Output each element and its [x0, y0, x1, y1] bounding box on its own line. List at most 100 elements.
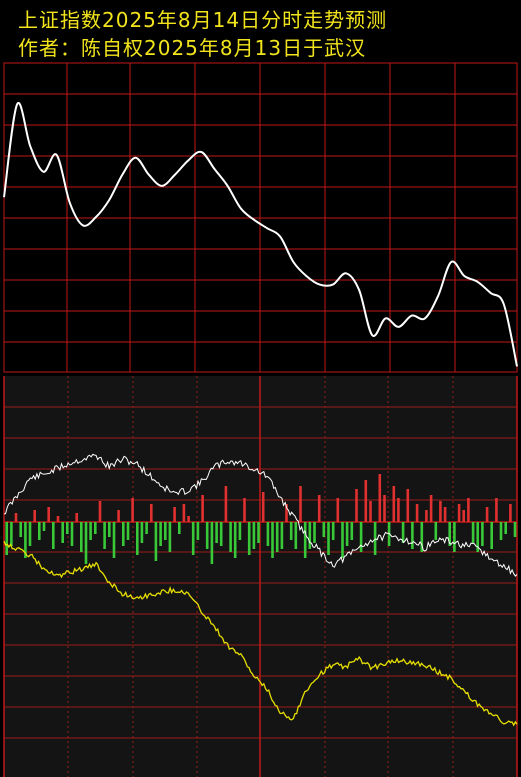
volume-bar	[289, 522, 293, 540]
volume-bar	[150, 504, 153, 522]
volume-bar	[513, 522, 517, 537]
volume-bar	[490, 522, 493, 549]
volume-bar	[38, 522, 41, 540]
chart-author: 作者：陈自权2025年8月13日于武汉	[18, 36, 366, 60]
chart-canvas: 上证指数2025年8月14日分时走势预测 作者：陈自权2025年8月13日于武汉	[0, 0, 521, 777]
volume-bar	[126, 522, 130, 540]
volume-bar	[229, 522, 232, 552]
volume-bar	[303, 522, 307, 558]
volume-bar	[210, 522, 214, 564]
volume-bar	[364, 480, 368, 522]
volume-bar	[19, 522, 22, 537]
volume-bar	[481, 522, 484, 546]
volume-bar	[275, 522, 279, 552]
volume-bar	[164, 522, 167, 540]
volume-bar	[191, 522, 195, 555]
volume-bar	[369, 501, 372, 522]
volume-bar	[271, 522, 274, 558]
volume-bar	[178, 522, 181, 534]
volume-bar	[122, 522, 125, 546]
volume-bar	[471, 522, 475, 543]
volume-bar	[187, 516, 190, 522]
volume-bar	[196, 522, 200, 540]
volume-bar	[140, 522, 144, 543]
volume-bar	[359, 522, 363, 552]
volume-bar	[243, 498, 246, 522]
volume-bar	[294, 522, 298, 549]
volume-bar	[397, 498, 400, 522]
volume-bar	[168, 522, 172, 552]
volume-bar	[429, 495, 433, 522]
volume-bar	[406, 489, 410, 522]
volume-bar	[313, 522, 316, 543]
volume-bar	[75, 513, 78, 522]
volume-bar	[238, 522, 242, 540]
volume-bar	[499, 522, 503, 540]
volume-bar	[215, 522, 218, 543]
volume-bar	[462, 510, 465, 522]
volume-bar	[383, 495, 386, 522]
volume-bar	[10, 522, 13, 546]
volume-bar	[453, 522, 456, 552]
volume-bar	[317, 495, 321, 522]
volume-bar	[52, 522, 55, 549]
chart-title: 上证指数2025年8月14日分时走势预测	[18, 8, 387, 32]
volume-bar	[299, 486, 302, 522]
volume-bar	[467, 498, 470, 522]
volume-bar	[103, 522, 106, 549]
volume-bar	[415, 504, 419, 522]
volume-bar	[266, 522, 270, 546]
volume-bar	[33, 510, 36, 522]
volume-bar	[495, 498, 498, 522]
volume-bar	[439, 501, 442, 522]
volume-bar	[392, 486, 396, 522]
volume-bar	[94, 522, 97, 534]
volume-bar	[154, 522, 158, 561]
volume-bar	[182, 504, 186, 522]
volume-bar	[308, 522, 312, 549]
volume-bar	[247, 522, 251, 555]
volume-bar	[47, 507, 50, 522]
volume-bar	[411, 522, 414, 549]
volume-bar	[14, 513, 18, 522]
volume-bar	[224, 486, 228, 522]
volume-bar	[336, 498, 340, 522]
volume-bar	[504, 522, 507, 534]
volume-bar	[345, 522, 349, 546]
volume-bar	[70, 522, 74, 546]
volume-bar	[509, 504, 512, 522]
volume-bar	[205, 522, 209, 549]
volume-bar	[233, 522, 237, 558]
volume-bar	[145, 522, 148, 534]
volume-bar	[280, 522, 284, 549]
volume-bar	[355, 489, 358, 522]
volume-bar	[42, 522, 46, 531]
volume-bar	[457, 504, 461, 522]
volume-bar	[341, 522, 344, 558]
volume-bar	[322, 522, 326, 537]
volume-bar	[136, 522, 139, 555]
volume-bar	[61, 522, 64, 543]
volume-bar	[257, 522, 260, 543]
volume-bar	[331, 522, 335, 540]
volume-bar	[261, 492, 265, 522]
volume-bar	[98, 501, 102, 522]
volume-bar	[425, 510, 428, 522]
volume-bar	[89, 522, 92, 540]
volume-bar	[66, 522, 69, 534]
volume-bar	[159, 522, 162, 546]
volume-bar	[350, 522, 354, 540]
volume-bar	[28, 522, 32, 546]
volume-bar	[108, 522, 111, 537]
volume-bar	[201, 495, 204, 522]
volume-bar	[252, 522, 256, 549]
volume-bar	[131, 498, 134, 522]
volume-bar	[485, 507, 489, 522]
volume-bar	[80, 522, 83, 552]
volume-bar	[327, 522, 330, 555]
volume-bar	[173, 507, 176, 522]
volume-bar	[434, 522, 438, 540]
volume-bar	[378, 474, 382, 522]
volume-bar	[56, 516, 60, 522]
volume-bar	[112, 522, 116, 558]
